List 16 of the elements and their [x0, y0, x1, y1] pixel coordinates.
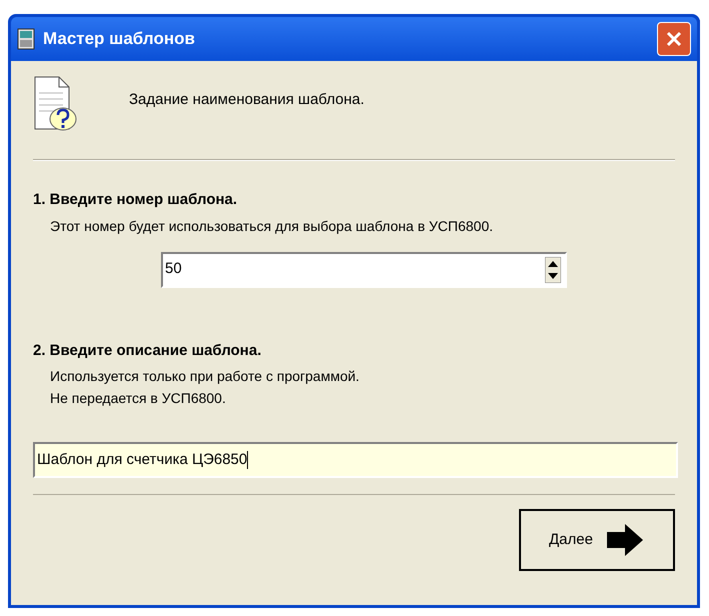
spin-arrows-icon[interactable] [545, 256, 561, 282]
close-button[interactable] [657, 22, 691, 56]
description-field[interactable]: Шаблон для счетчика ЦЭ6850 [33, 442, 678, 478]
window-title: Мастер шаблонов [43, 28, 196, 50]
step-title: 2. Введите описание шаблона. [33, 340, 262, 360]
app-icon [17, 28, 35, 50]
step-hint: Используется только при работе с программой. [50, 368, 360, 384]
next-button[interactable]: Далее [519, 509, 675, 571]
number-spinner[interactable]: 50 [161, 252, 567, 288]
step-hint: Этот номер будет использоваться для выбора шаблона в УСП6800. [50, 218, 493, 234]
step-title: 1. Введите номер шаблона. [33, 190, 238, 210]
right-arrow-icon [604, 522, 645, 558]
header-text: Задание наименования шаблона. [129, 90, 364, 110]
number-value: 50 [165, 259, 183, 280]
close-icon [665, 30, 683, 48]
step-hint: Не передается в УСП6800. [50, 390, 226, 406]
